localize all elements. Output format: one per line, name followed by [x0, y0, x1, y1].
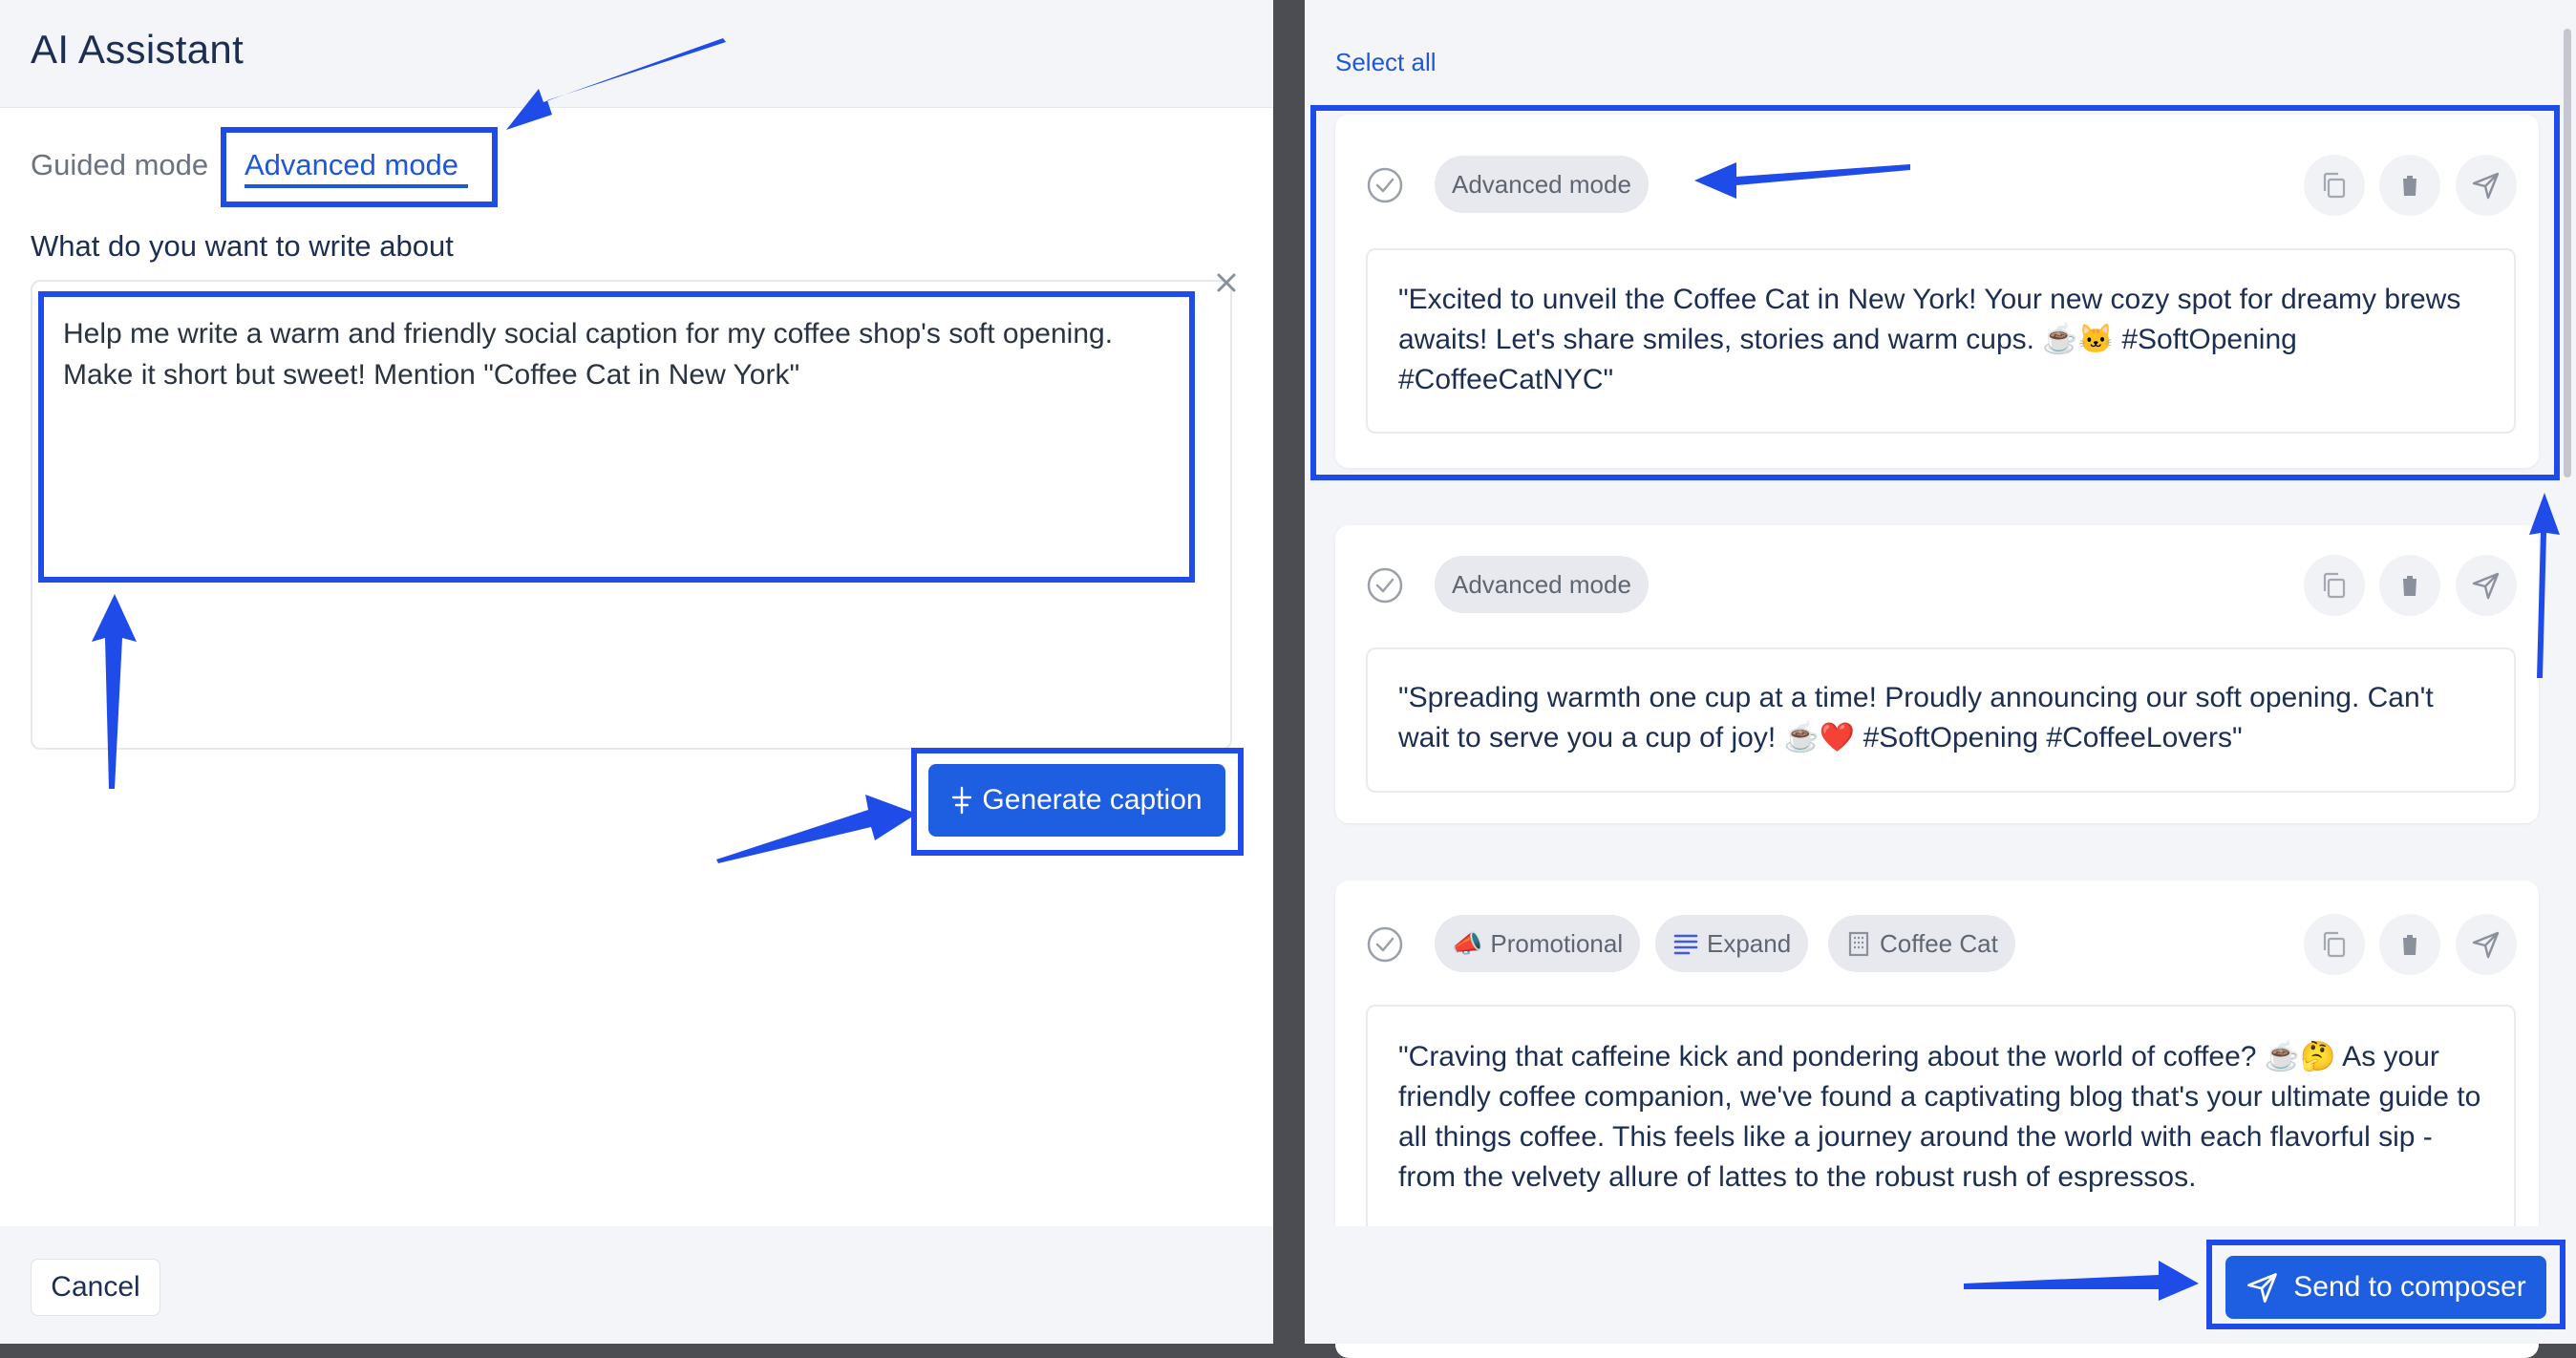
select-all-link[interactable]: Select all [1335, 48, 1437, 77]
megaphone-icon: 📣 [1452, 928, 1483, 958]
highlight-box [911, 748, 1244, 856]
brand-tag: Coffee Cat [1828, 915, 2015, 972]
lines-icon [1673, 934, 1698, 955]
copy-button[interactable] [2304, 555, 2365, 616]
tag-label: Expand [1707, 928, 1792, 958]
delete-button[interactable] [2379, 914, 2440, 975]
delete-button[interactable] [2379, 555, 2440, 616]
caption-text[interactable]: "Spreading warmth one cup at a time! Pro… [1398, 678, 2487, 758]
cancel-button[interactable]: Cancel [31, 1259, 160, 1316]
left-footer [0, 1226, 1273, 1344]
mode-tag: Advanced mode [1435, 556, 1649, 613]
copy-icon [2323, 572, 2346, 599]
highlight-box [1310, 105, 2560, 480]
highlight-box [221, 127, 498, 207]
select-check-icon[interactable] [1366, 566, 1404, 605]
building-icon [1848, 931, 1869, 957]
prompt-label: What do you want to write about [31, 229, 454, 263]
copy-button[interactable] [2304, 914, 2365, 975]
promotional-tag: 📣 Promotional [1435, 915, 1641, 972]
trash-icon [2401, 576, 2418, 596]
highlight-box [38, 291, 1195, 583]
copy-icon [2323, 931, 2346, 958]
trash-icon [2401, 935, 2418, 955]
expand-tag: Expand [1655, 915, 1809, 972]
close-icon[interactable] [1211, 267, 1242, 298]
send-icon [2472, 931, 2500, 959]
page-title: AI Assistant [31, 27, 245, 72]
select-check-icon[interactable] [1366, 925, 1404, 964]
tag-label: Coffee Cat [1880, 928, 1998, 958]
scrollbar-thumb[interactable] [2564, 29, 2571, 477]
tag-label: Promotional [1490, 928, 1624, 958]
send-icon [2472, 572, 2500, 600]
tab-guided-mode[interactable]: Guided mode [31, 148, 208, 182]
tag-label: Advanced mode [1452, 569, 1631, 599]
caption-text[interactable]: "Craving that caffeine kick and ponderin… [1398, 1037, 2487, 1198]
highlight-box [2206, 1240, 2565, 1329]
send-button[interactable] [2456, 555, 2517, 616]
send-button[interactable] [2456, 914, 2517, 975]
